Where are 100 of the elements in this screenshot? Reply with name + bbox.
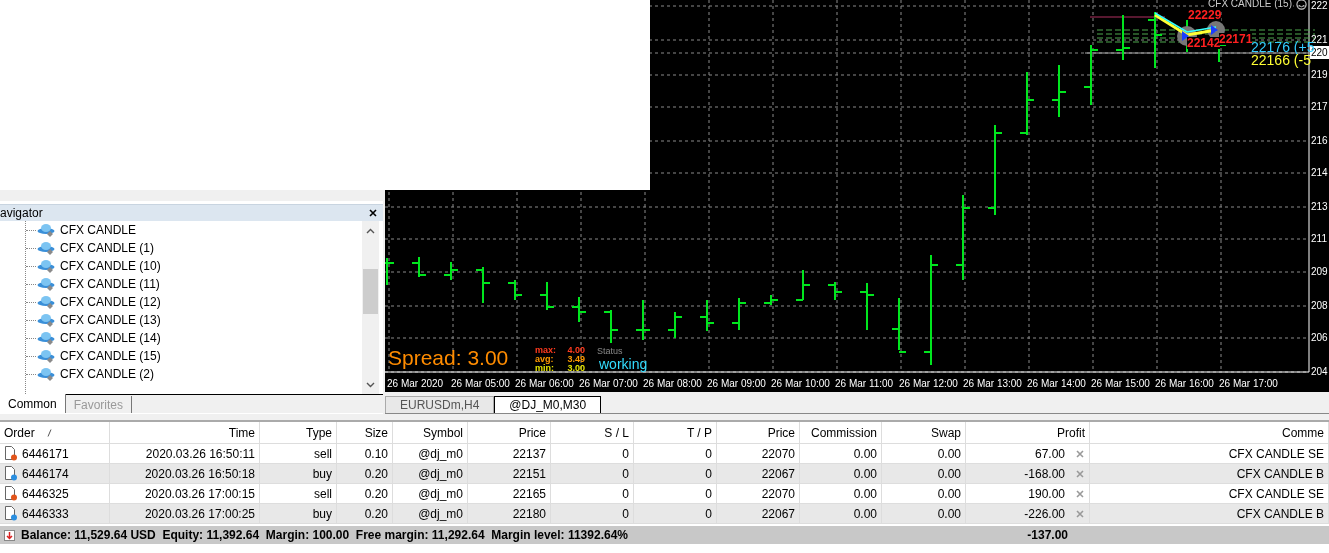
- tree-item[interactable]: CFX CANDLE (12): [60, 295, 161, 309]
- hat-icon: [37, 258, 57, 274]
- price-bar: [859, 282, 875, 331]
- price-label: 211: [1310, 232, 1328, 245]
- price-bar: [1115, 14, 1131, 61]
- column-header[interactable]: S / L: [604, 425, 629, 440]
- table-cell: 22137: [512, 446, 546, 461]
- column-header[interactable]: Price: [767, 425, 795, 440]
- price-bar: [635, 299, 651, 341]
- price-mark: 22166 (-5: [1251, 53, 1311, 67]
- table-cell: -168.00: [1024, 466, 1065, 481]
- table-cell: 2020.03.26 17:00:15: [144, 486, 255, 501]
- price-mark: 22171: [1219, 33, 1253, 45]
- tree-item[interactable]: CFX CANDLE (11): [60, 277, 160, 291]
- chart-tab[interactable]: EURUSDm,H4: [385, 396, 495, 413]
- table-cell: 0.20: [364, 486, 388, 501]
- close-order-button[interactable]: [1075, 508, 1085, 519]
- price-bar: [827, 281, 843, 301]
- price-label: 222: [1310, 0, 1329, 12]
- scroll-down-icon[interactable]: [366, 382, 375, 388]
- price-label: 216: [1310, 134, 1329, 147]
- tree-item[interactable]: CFX CANDLE (1): [60, 241, 154, 255]
- time-label: 26 Mar 07:00: [579, 378, 638, 389]
- table-cell: 0.00: [937, 446, 961, 461]
- price-bar: [763, 294, 779, 306]
- table-cell: CFX CANDLE B: [1236, 466, 1324, 481]
- table-cell: 2020.03.26 16:50:11: [145, 446, 255, 461]
- price-label: 214: [1310, 166, 1329, 179]
- hat-icon: [37, 294, 57, 310]
- table-cell: @dj_m0: [418, 466, 463, 481]
- table-cell: @dj_m0: [418, 506, 463, 521]
- scroll-up-icon[interactable]: [366, 228, 375, 234]
- table-cell: 6446325: [22, 486, 69, 501]
- tree-item[interactable]: CFX CANDLE (2): [60, 367, 154, 381]
- table-cell: 22070: [761, 446, 795, 461]
- chart-tab[interactable]: @DJ_M0,M30: [494, 396, 602, 413]
- table-cell: 22067: [761, 506, 795, 521]
- price-label: 208: [1310, 299, 1329, 312]
- time-label: 26 Mar 12:00: [899, 378, 958, 389]
- close-order-button[interactable]: [1075, 468, 1085, 479]
- price-label: 219: [1310, 68, 1329, 81]
- column-header[interactable]: Size: [364, 425, 388, 440]
- column-header[interactable]: Comme: [1282, 425, 1324, 440]
- table-cell: 0.00: [853, 466, 877, 481]
- time-label: 26 Mar 08:00: [643, 378, 702, 389]
- time-label: 26 Mar 05:00: [451, 378, 510, 389]
- time-label: 26 Mar 10:00: [771, 378, 830, 389]
- column-header[interactable]: Time: [228, 425, 255, 440]
- table-cell: 0: [622, 446, 629, 461]
- column-header[interactable]: Profit: [1057, 425, 1085, 440]
- column-header[interactable]: Order: [4, 425, 35, 440]
- table-cell: 0.00: [853, 506, 877, 521]
- tree-item[interactable]: CFX CANDLE (13): [60, 313, 161, 327]
- tree-item[interactable]: CFX CANDLE (14): [60, 331, 161, 345]
- price-bar: [1147, 11, 1163, 69]
- panel-tab[interactable]: Common: [0, 394, 66, 413]
- close-icon[interactable]: [369, 209, 377, 217]
- close-order-button[interactable]: [1075, 448, 1085, 459]
- price-mark: 22142: [1187, 37, 1221, 49]
- price-bar: [1083, 44, 1099, 106]
- tree-item[interactable]: CFX CANDLE: [60, 223, 136, 237]
- tree-item[interactable]: CFX CANDLE (10): [60, 259, 161, 273]
- time-label: 26 Mar 16:00: [1155, 378, 1214, 389]
- table-cell: 0.00: [937, 466, 961, 481]
- table-cell: @dj_m0: [418, 446, 463, 461]
- table-cell: 67.00: [1034, 446, 1065, 461]
- table-cell: sell: [314, 486, 332, 501]
- scrollbar-thumb[interactable]: [363, 269, 378, 314]
- column-header[interactable]: Commission: [811, 425, 877, 440]
- column-header[interactable]: Swap: [930, 425, 961, 440]
- column-header[interactable]: T / P: [686, 425, 712, 440]
- total-profit: -137.00: [1027, 528, 1068, 542]
- table-cell: 0: [622, 466, 629, 481]
- column-header[interactable]: Price: [518, 425, 546, 440]
- table-cell: 22180: [512, 506, 546, 521]
- down-arrow-icon: [4, 529, 15, 541]
- scrollbar[interactable]: [362, 221, 379, 394]
- hat-icon: [37, 366, 57, 382]
- close-order-button[interactable]: [1075, 488, 1085, 499]
- table-cell: CFX CANDLE B: [1236, 506, 1324, 521]
- sort-icon[interactable]: [46, 428, 52, 437]
- table-cell: CFX CANDLE SE: [1228, 446, 1324, 461]
- price-label: 204: [1310, 365, 1329, 378]
- price-bar: [699, 299, 715, 332]
- table-cell: 0: [705, 446, 712, 461]
- status-label: Status: [597, 346, 623, 356]
- tree-item[interactable]: CFX CANDLE (15): [60, 349, 161, 363]
- table-cell: 0.00: [853, 446, 877, 461]
- price-bar: [539, 281, 555, 311]
- account-summary: Balance: 11,529.64 USD Equity: 11,392.64 Margin: 100.00 Free margin: 11,292.64 Margin level: 11392.64%: [21, 528, 628, 542]
- column-header[interactable]: Type: [306, 425, 332, 440]
- table-cell: 0: [705, 466, 712, 481]
- table-cell: 190.00: [1028, 486, 1065, 501]
- price-label: 217: [1310, 100, 1329, 113]
- table-cell: 22070: [761, 486, 795, 501]
- column-header[interactable]: Symbol: [423, 425, 463, 440]
- table-cell: 0: [622, 506, 629, 521]
- price-bar: [571, 296, 587, 323]
- table-cell: 6446174: [22, 466, 69, 481]
- table-cell: 6446171: [22, 446, 69, 461]
